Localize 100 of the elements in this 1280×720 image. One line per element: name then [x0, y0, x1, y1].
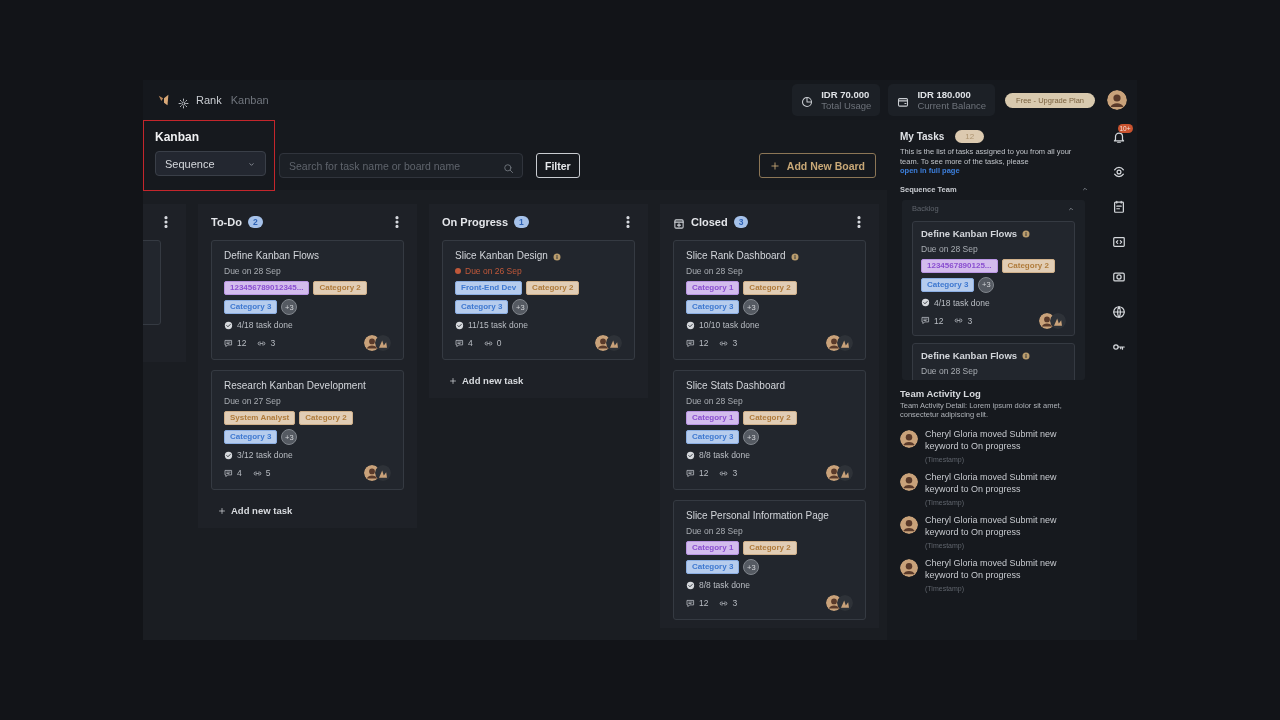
link-count: 5	[265, 468, 271, 478]
logo-icon	[157, 93, 171, 107]
due-date: Due on 26 Sep	[465, 266, 522, 276]
search-field[interactable]: Search for task name or board name	[279, 153, 523, 178]
category-tag: Front-End Dev	[455, 281, 523, 295]
camera-icon[interactable]	[1111, 270, 1126, 284]
category-tag: Category 3	[686, 560, 740, 574]
category-tag: Category 2	[299, 411, 353, 425]
check-circle-icon	[686, 450, 695, 460]
comment-icon	[686, 468, 695, 478]
calendar-icon[interactable]	[1111, 200, 1126, 214]
stat-value: IDR 180.000	[917, 89, 972, 100]
due-date: Due on 28 Sep	[686, 526, 743, 536]
avatar	[375, 335, 391, 351]
comment-count: 12	[699, 598, 709, 608]
subtask-count: 4/18 task done	[237, 320, 293, 330]
due-date: Due on 27 Sep	[224, 396, 281, 406]
column-title: On Progress	[442, 216, 509, 228]
task-title: Slice Rank Dashboard	[686, 250, 786, 261]
activity-text: Cheryl Gloria moved Submit new keyword to On progress	[925, 556, 1058, 582]
subtask-count: 8/8 task done	[699, 580, 751, 590]
board-select[interactable]: Sequence	[155, 151, 266, 176]
link-count: 3	[732, 468, 738, 478]
category-tag: 1234567890125...	[921, 258, 998, 273]
check-circle-icon	[224, 320, 233, 330]
comment-count: 12	[934, 315, 944, 326]
plus-icon	[449, 376, 457, 384]
avatar	[837, 465, 853, 481]
link-count: 0	[496, 338, 502, 348]
category-tag: Category 3	[921, 277, 975, 292]
comment-icon	[686, 338, 695, 348]
category-tag: Category 3	[686, 430, 740, 444]
activity-text: Cheryl Gloria moved Submit new keyword to On progress	[925, 427, 1058, 453]
avatar	[1107, 90, 1127, 110]
avatar	[900, 515, 918, 534]
task-title: Define Kanban Flows	[224, 250, 320, 261]
avatar	[837, 335, 853, 351]
avatar	[1050, 312, 1066, 329]
filter-button[interactable]: Filter	[536, 153, 580, 178]
clock-icon	[801, 94, 814, 106]
notification-bell-icon[interactable]	[1111, 130, 1126, 144]
due-date: Due on 28 Sep	[224, 266, 281, 276]
stat-value: IDR 70.000	[821, 89, 871, 100]
breadcrumb-current: Kanban	[230, 94, 269, 106]
link-count: 3	[270, 338, 276, 348]
add-task-button[interactable]: Add new task	[442, 370, 531, 390]
task-title: Slice Stats Dashboard	[686, 380, 785, 391]
category-tag: Category 2	[743, 541, 797, 555]
check-circle-icon	[686, 580, 695, 590]
comment-icon	[224, 338, 233, 348]
due-date: Due on 28 Sep	[686, 266, 743, 276]
task-card[interactable]: Define Kanban Flows Due on 28 Sep	[912, 342, 1075, 380]
section-title: Team Activity Log	[900, 387, 982, 399]
count-badge: 2	[247, 216, 263, 228]
task-title: Define Kanban Flows	[921, 349, 1018, 361]
avatar	[837, 595, 853, 611]
link-icon	[719, 468, 729, 478]
add-board-button[interactable]: Add New Board	[758, 153, 876, 178]
comment-count: 12	[237, 338, 247, 348]
task-title: Slice Personal Information Page	[686, 510, 829, 521]
link-icon	[719, 338, 729, 348]
column-title: To-Do	[211, 216, 242, 228]
comment-icon	[686, 598, 695, 608]
subtask-count: 11/15 task done	[468, 320, 528, 330]
category-tag: Category 1	[686, 411, 740, 425]
avatar	[375, 465, 391, 481]
column-title: Closed	[691, 216, 728, 228]
category-tag: Category 2	[1001, 258, 1055, 273]
check-circle-icon	[921, 298, 930, 307]
subtask-count: 3/12 task done	[237, 450, 293, 460]
category-tag: Category 2	[313, 281, 367, 295]
category-tag: Category 1	[686, 541, 740, 555]
link-icon	[954, 316, 964, 325]
due-date: Due on 28 Sep	[921, 365, 978, 376]
activity-text: Cheryl Gloria moved Submit new keyword to On progress	[925, 513, 1058, 539]
check-circle-icon	[224, 450, 233, 460]
count-badge: 1	[514, 216, 529, 228]
subtask-count: 4/18 task done	[934, 297, 990, 308]
avatar	[900, 472, 918, 491]
add-task-button[interactable]: Add new task	[211, 500, 300, 520]
link-count: 3	[732, 338, 738, 348]
due-date: Due on 28 Sep	[686, 396, 743, 406]
avatar	[606, 335, 622, 351]
globe-icon[interactable]	[1111, 305, 1126, 319]
category-tag: Category 2	[526, 281, 580, 295]
link-count: 3	[967, 315, 973, 326]
breadcrumb-link[interactable]: Rank	[196, 94, 222, 106]
check-circle-icon	[686, 320, 695, 330]
code-icon[interactable]	[1111, 235, 1126, 249]
task-title: Slice Kanban Design	[455, 250, 548, 261]
category-tag: System Analyst	[224, 411, 296, 425]
count-badge: 3	[733, 216, 749, 228]
comment-count: 4	[237, 468, 242, 478]
comment-count: 12	[699, 338, 709, 348]
avatar	[900, 429, 918, 448]
check-circle-icon	[455, 320, 464, 330]
category-tag: Category 3	[224, 300, 278, 314]
page-title: Kanban	[155, 130, 200, 144]
plus-icon	[769, 160, 780, 171]
category-tag: Category 3	[686, 300, 740, 314]
